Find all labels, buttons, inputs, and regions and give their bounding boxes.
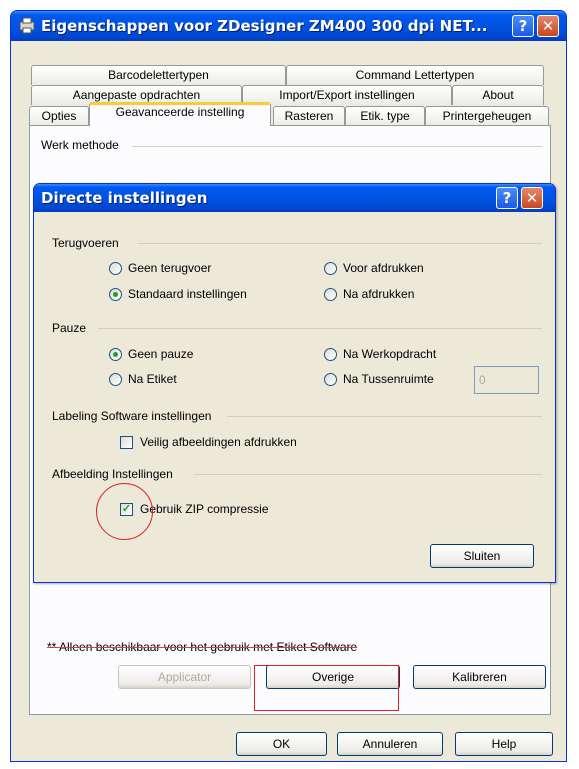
divider: [137, 243, 542, 244]
group-werk-methode: Werk methode: [41, 138, 119, 152]
tab-command-lettertypen[interactable]: Command Lettertypen: [286, 65, 544, 85]
tab-geavanceerde-instelling[interactable]: Geavanceerde instelling: [89, 102, 271, 126]
inner-title: Directe instellingen: [41, 189, 208, 207]
checkbox-label: Veilig afbeeldingen afdrukken: [140, 435, 297, 449]
radio-na-etiket[interactable]: [109, 373, 122, 386]
printer-icon: [17, 16, 37, 34]
group-pauze: Pauze: [52, 321, 87, 335]
group-afbeelding-instellingen: Afbeelding Instellingen: [52, 467, 173, 481]
footnote-text: ** Alleen beschikbaar voor het gebruik m…: [47, 640, 358, 654]
annotation-circle: [96, 483, 153, 540]
radio-geen-pauze[interactable]: [109, 348, 122, 361]
tab-printergeheugen[interactable]: Printergeheugen: [425, 106, 549, 126]
divider: [132, 146, 542, 147]
help-button[interactable]: Help: [455, 732, 553, 756]
tab-etik-type[interactable]: Etik. type: [345, 106, 425, 126]
inner-titlebar: Directe instellingen ? ✕: [34, 184, 555, 212]
radio-label: Na Etiket: [128, 372, 177, 386]
checkbox-label: Gebruik ZIP compressie: [140, 502, 269, 516]
tab-opties[interactable]: Opties: [29, 106, 89, 126]
radio-na-tussenruimte[interactable]: [324, 373, 337, 386]
help-icon[interactable]: ?: [496, 187, 518, 209]
divider: [194, 474, 542, 475]
radio-geen-terugvoer[interactable]: [109, 262, 122, 275]
tussenruimte-input[interactable]: 0: [474, 366, 539, 394]
radio-label: Voor afdrukken: [343, 261, 424, 275]
outer-title: Eigenschappen voor ZDesigner ZM400 300 d…: [41, 17, 488, 35]
sluiten-button[interactable]: Sluiten: [430, 544, 534, 568]
annuleren-button[interactable]: Annuleren: [337, 732, 443, 756]
radio-label: Na Tussenruimte: [343, 372, 434, 386]
radio-label: Na afdrukken: [343, 287, 415, 301]
tab-barcodelettertypen[interactable]: Barcodelettertypen: [31, 65, 286, 85]
tab-about[interactable]: About: [452, 85, 544, 105]
annotation-box: [254, 665, 399, 711]
radio-label: Geen pauze: [128, 347, 194, 361]
radio-na-werkopdracht[interactable]: [324, 348, 337, 361]
outer-titlebar: Eigenschappen voor ZDesigner ZM400 300 d…: [11, 11, 566, 41]
radio-na-afdrukken[interactable]: [324, 288, 337, 301]
divider: [98, 328, 542, 329]
radio-label: Standaard instellingen: [128, 287, 247, 301]
close-icon[interactable]: ✕: [537, 15, 559, 37]
tab-rasteren[interactable]: Rasteren: [273, 106, 345, 126]
close-icon[interactable]: ✕: [521, 187, 543, 209]
kalibreren-button[interactable]: Kalibreren: [413, 665, 546, 689]
group-terugvoeren: Terugvoeren: [52, 236, 119, 250]
ok-button[interactable]: OK: [236, 732, 327, 756]
checkbox-veilig-afbeeldingen[interactable]: [120, 436, 133, 449]
group-labeling-software: Labeling Software instellingen: [52, 409, 212, 423]
radio-label: Na Werkopdracht: [343, 347, 437, 361]
radio-label: Geen terugvoer: [128, 261, 212, 275]
radio-voor-afdrukken[interactable]: [324, 262, 337, 275]
tab-import-export[interactable]: Import/Export instellingen: [242, 85, 452, 105]
help-icon[interactable]: ?: [512, 15, 534, 37]
radio-standaard-instellingen[interactable]: [109, 288, 122, 301]
applicator-button[interactable]: Applicator: [118, 665, 251, 689]
divider: [227, 416, 542, 417]
